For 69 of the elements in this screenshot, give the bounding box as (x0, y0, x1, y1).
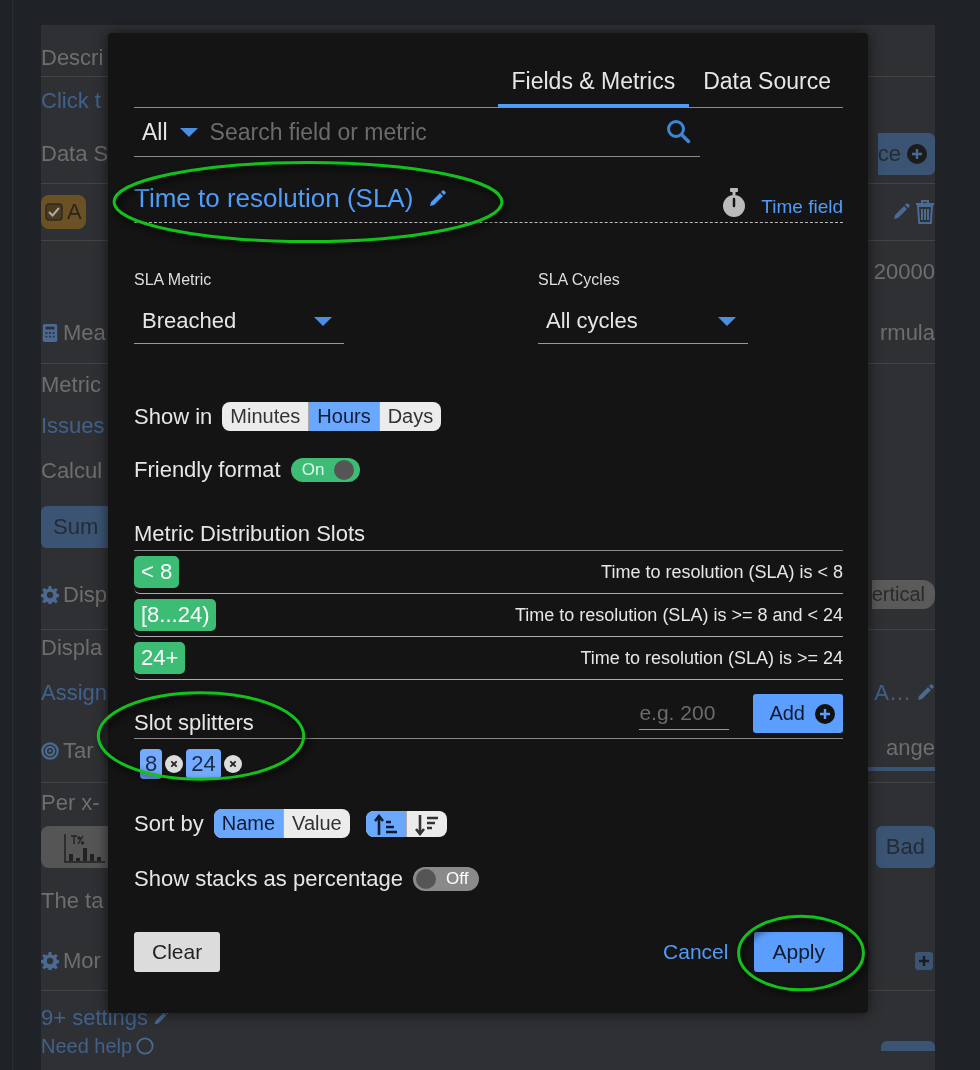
splitter-chip: 24 (186, 749, 221, 779)
segment-option[interactable]: Name (213, 809, 284, 838)
edit-icon (891, 202, 911, 222)
section-heading: Disp (63, 581, 107, 608)
label: 20000 (873, 259, 935, 285)
toggle-switch[interactable]: Off (413, 867, 480, 891)
label: Metric (41, 371, 101, 398)
edit-icon (915, 683, 935, 703)
tab[interactable]: Fields & Metrics (497, 58, 690, 107)
plus-icon (907, 144, 927, 164)
remove-icon[interactable] (165, 755, 184, 773)
dropdown[interactable]: Breached (134, 301, 344, 344)
add-button[interactable]: Add (753, 694, 843, 733)
caret-icon (718, 316, 736, 326)
label: Sort by (134, 810, 204, 837)
slot-badge: 24+ (134, 642, 186, 674)
label: The ta (41, 888, 104, 914)
section-title: Metric Distribution Slots (134, 521, 843, 551)
cancel-link[interactable]: Cancel (663, 940, 729, 964)
trash-icon (915, 200, 935, 224)
segment-option[interactable]: Hours (308, 402, 379, 431)
label: Calcul (41, 457, 103, 484)
tab[interactable]: Data Source (689, 58, 843, 107)
slot-badge: [8...24) (134, 599, 217, 631)
label: Data S (41, 141, 108, 167)
gear-icon (41, 952, 59, 970)
chart-icon (63, 831, 107, 864)
edit-icon (427, 188, 448, 209)
clear-button[interactable]: Clear (134, 932, 221, 972)
search-icon (666, 119, 692, 145)
section-title: Slot splitters (134, 710, 254, 736)
section-heading: Tar (63, 738, 94, 764)
caret-icon (179, 127, 198, 137)
splitter-chip: 8 (140, 749, 163, 779)
label: Show stacks as percentage (134, 866, 404, 892)
sort-direction-button[interactable] (365, 810, 406, 837)
label: Displa (41, 635, 103, 661)
slot-badge: < 8 (134, 556, 180, 588)
label: Per x- (41, 790, 100, 816)
slot-description: Time to resolution (SLA) is >= 24 (580, 647, 843, 669)
stopwatch-icon (721, 188, 748, 218)
field-label: SLA Metric (134, 271, 213, 289)
remove-icon[interactable] (223, 755, 242, 773)
label: Descri (41, 45, 104, 71)
field-label: SLA Cycles (538, 271, 621, 289)
scope-dropdown[interactable]: All (134, 118, 198, 146)
segment-option[interactable]: Value (283, 809, 350, 838)
section-heading: Mor (63, 948, 101, 974)
plus-icon (918, 955, 930, 967)
field-type-link[interactable]: Time field (761, 196, 843, 218)
plus-icon (815, 703, 835, 724)
caret-icon (314, 316, 332, 326)
slot-description: Time to resolution (SLA) is < 8 (601, 561, 843, 583)
search-field[interactable]: Search field or metric (209, 118, 654, 146)
segment-option[interactable]: Days (378, 402, 442, 431)
target-icon (41, 742, 59, 760)
slot-description: Time to resolution (SLA) is >= 8 and < 24 (515, 604, 843, 626)
value-field[interactable]: e.g. 200 (639, 697, 730, 730)
checkbox-icon (45, 203, 63, 221)
label: Show in (134, 403, 213, 430)
label: Friendly format (134, 457, 281, 483)
section-heading: Mea (63, 320, 106, 346)
gear-icon (41, 585, 59, 604)
label: rmula (880, 320, 935, 346)
sort-descending-icon (414, 813, 439, 836)
apply-button[interactable]: Apply (754, 932, 843, 972)
sort-ascending-icon (373, 813, 398, 836)
segment-option[interactable]: Minutes (222, 402, 309, 431)
dropdown[interactable]: All cycles (538, 301, 748, 344)
